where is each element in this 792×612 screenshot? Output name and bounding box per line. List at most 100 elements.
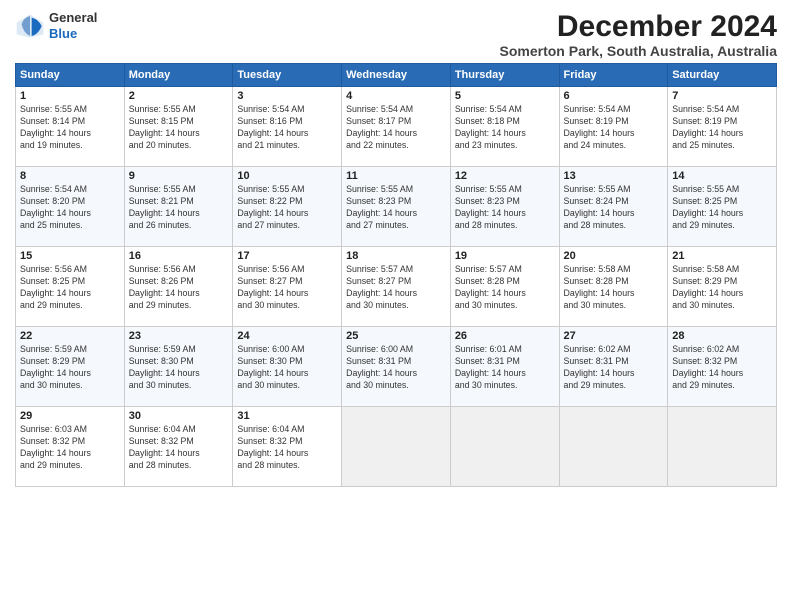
table-row: 22 Sunrise: 5:59 AMSunset: 8:29 PMDayligh… [16,327,125,407]
day-info: Sunrise: 5:57 AMSunset: 8:28 PMDaylight:… [455,264,555,312]
col-monday: Monday [124,64,233,87]
day-number: 15 [20,250,120,262]
table-row: 10 Sunrise: 5:55 AMSunset: 8:22 PMDayligh… [233,167,342,247]
table-row: 11Sunrise: 5:55 AMSunset: 8:23 PMDayligh… [342,167,451,247]
col-friday: Friday [559,64,668,87]
header-row: Sunday Monday Tuesday Wednesday Thursday… [16,64,777,87]
day-info: Sunrise: 6:04 AMSunset: 8:32 PMDaylight:… [237,424,337,472]
day-info: Sunrise: 5:54 AMSunset: 8:18 PMDaylight:… [455,104,555,152]
day-info: Sunrise: 5:55 AMSunset: 8:14 PMDaylight:… [20,104,120,152]
header: General Blue December 2024 Somerton Park… [15,10,777,59]
day-info: Sunrise: 5:55 AMSunset: 8:22 PMDaylight:… [237,184,337,232]
calendar-subtitle: Somerton Park, South Australia, Australi… [500,43,777,59]
day-info: Sunrise: 6:03 AMSunset: 8:32 PMDaylight:… [20,424,120,472]
day-number: 28 [672,330,772,342]
day-info: Sunrise: 5:55 AMSunset: 8:23 PMDaylight:… [346,184,446,232]
calendar-week-row: 1 Sunrise: 5:55 AMSunset: 8:14 PMDaylight… [16,87,777,167]
table-row: 28 Sunrise: 6:02 AMSunset: 8:32 PMDayligh… [668,327,777,407]
day-number: 23 [129,330,229,342]
table-row: 19 Sunrise: 5:57 AMSunset: 8:28 PMDayligh… [450,247,559,327]
table-row: 4 Sunrise: 5:54 AMSunset: 8:17 PMDaylight… [342,87,451,167]
table-row: 27Sunrise: 6:02 AMSunset: 8:31 PMDayligh… [559,327,668,407]
day-info: Sunrise: 5:59 AMSunset: 8:29 PMDaylight:… [20,344,120,392]
col-wednesday: Wednesday [342,64,451,87]
day-number: 31 [237,410,337,422]
day-number: 30 [129,410,229,422]
col-saturday: Saturday [668,64,777,87]
day-number: 26 [455,330,555,342]
day-number: 20 [564,250,664,262]
day-number: 21 [672,250,772,262]
day-number: 10 [237,170,337,182]
table-row: 29 Sunrise: 6:03 AMSunset: 8:32 PMDayligh… [16,407,125,487]
table-row: 25Sunrise: 6:00 AMSunset: 8:31 PMDayligh… [342,327,451,407]
col-sunday: Sunday [16,64,125,87]
day-number: 9 [129,170,229,182]
calendar-title: December 2024 [500,10,777,43]
table-row: 5 Sunrise: 5:54 AMSunset: 8:18 PMDaylight… [450,87,559,167]
day-info: Sunrise: 5:58 AMSunset: 8:29 PMDaylight:… [672,264,772,312]
day-info: Sunrise: 5:55 AMSunset: 8:15 PMDaylight:… [129,104,229,152]
table-row [668,407,777,487]
logo-text: General Blue [49,10,97,41]
col-tuesday: Tuesday [233,64,342,87]
day-number: 16 [129,250,229,262]
day-info: Sunrise: 5:56 AMSunset: 8:27 PMDaylight:… [237,264,337,312]
logo: General Blue [15,10,97,41]
day-number: 7 [672,90,772,102]
day-number: 3 [237,90,337,102]
table-row: 7 Sunrise: 5:54 AMSunset: 8:19 PMDaylight… [668,87,777,167]
day-number: 12 [455,170,555,182]
day-info: Sunrise: 6:04 AMSunset: 8:32 PMDaylight:… [129,424,229,472]
day-number: 6 [564,90,664,102]
table-row: 23 Sunrise: 5:59 AMSunset: 8:30 PMDayligh… [124,327,233,407]
day-info: Sunrise: 6:00 AMSunset: 8:30 PMDaylight:… [237,344,337,392]
day-number: 22 [20,330,120,342]
day-info: Sunrise: 5:56 AMSunset: 8:26 PMDaylight:… [129,264,229,312]
logo-blue: Blue [49,26,77,41]
table-row: 13 Sunrise: 5:55 AMSunset: 8:24 PMDayligh… [559,167,668,247]
table-row: 1 Sunrise: 5:55 AMSunset: 8:14 PMDaylight… [16,87,125,167]
calendar-week-row: 8Sunrise: 5:54 AMSunset: 8:20 PMDaylight… [16,167,777,247]
page: General Blue December 2024 Somerton Park… [0,0,792,612]
day-number: 14 [672,170,772,182]
day-info: Sunrise: 6:02 AMSunset: 8:32 PMDaylight:… [672,344,772,392]
day-info: Sunrise: 5:56 AMSunset: 8:25 PMDaylight:… [20,264,120,312]
day-number: 19 [455,250,555,262]
table-row: 6Sunrise: 5:54 AMSunset: 8:19 PMDaylight… [559,87,668,167]
day-number: 29 [20,410,120,422]
calendar-week-row: 15 Sunrise: 5:56 AMSunset: 8:25 PMDayligh… [16,247,777,327]
table-row: 3 Sunrise: 5:54 AMSunset: 8:16 PMDaylight… [233,87,342,167]
table-row: 30 Sunrise: 6:04 AMSunset: 8:32 PMDayligh… [124,407,233,487]
day-number: 27 [564,330,664,342]
day-number: 17 [237,250,337,262]
table-row: 9Sunrise: 5:55 AMSunset: 8:21 PMDaylight… [124,167,233,247]
table-row: 24Sunrise: 6:00 AMSunset: 8:30 PMDayligh… [233,327,342,407]
table-row: 21 Sunrise: 5:58 AMSunset: 8:29 PMDayligh… [668,247,777,327]
day-info: Sunrise: 6:01 AMSunset: 8:31 PMDaylight:… [455,344,555,392]
table-row: 14 Sunrise: 5:55 AMSunset: 8:25 PMDayligh… [668,167,777,247]
table-row: 17 Sunrise: 5:56 AMSunset: 8:27 PMDayligh… [233,247,342,327]
day-info: Sunrise: 5:54 AMSunset: 8:17 PMDaylight:… [346,104,446,152]
table-row: 20 Sunrise: 5:58 AMSunset: 8:28 PMDayligh… [559,247,668,327]
day-info: Sunrise: 5:59 AMSunset: 8:30 PMDaylight:… [129,344,229,392]
day-number: 8 [20,170,120,182]
table-row: 12 Sunrise: 5:55 AMSunset: 8:23 PMDayligh… [450,167,559,247]
table-row: 8Sunrise: 5:54 AMSunset: 8:20 PMDaylight… [16,167,125,247]
day-info: Sunrise: 5:55 AMSunset: 8:25 PMDaylight:… [672,184,772,232]
calendar-week-row: 22 Sunrise: 5:59 AMSunset: 8:29 PMDayligh… [16,327,777,407]
day-number: 18 [346,250,446,262]
day-info: Sunrise: 5:58 AMSunset: 8:28 PMDaylight:… [564,264,664,312]
table-row [450,407,559,487]
day-number: 13 [564,170,664,182]
day-number: 4 [346,90,446,102]
title-block: December 2024 Somerton Park, South Austr… [500,10,777,59]
day-info: Sunrise: 5:55 AMSunset: 8:24 PMDaylight:… [564,184,664,232]
day-number: 1 [20,90,120,102]
day-number: 5 [455,90,555,102]
day-info: Sunrise: 5:54 AMSunset: 8:19 PMDaylight:… [672,104,772,152]
table-row: 16 Sunrise: 5:56 AMSunset: 8:26 PMDayligh… [124,247,233,327]
day-info: Sunrise: 5:55 AMSunset: 8:23 PMDaylight:… [455,184,555,232]
day-info: Sunrise: 5:54 AMSunset: 8:16 PMDaylight:… [237,104,337,152]
table-row: 15 Sunrise: 5:56 AMSunset: 8:25 PMDayligh… [16,247,125,327]
